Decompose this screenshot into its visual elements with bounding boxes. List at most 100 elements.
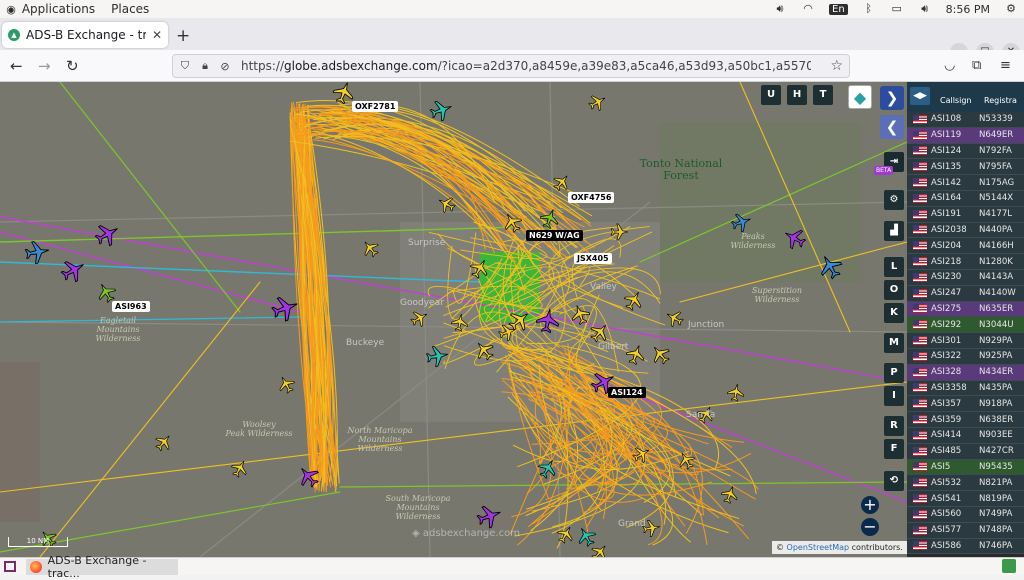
bluetooth-icon[interactable]: ᛒ: [862, 3, 876, 15]
map-attribution: © OpenStreetMap contributors.: [772, 541, 907, 554]
i-button[interactable]: I: [884, 386, 904, 406]
shield-icon[interactable]: ⛉: [177, 59, 193, 73]
new-tab-button[interactable]: +: [176, 26, 190, 46]
table-row[interactable]: ASI328 N434ER: [907, 364, 1024, 381]
wifi-icon[interactable]: ◠: [801, 3, 815, 15]
table-row[interactable]: ASI124 N792FA: [907, 143, 1024, 160]
table-row[interactable]: ASI414 N903EE: [907, 427, 1024, 444]
extensions-icon[interactable]: ⧉: [972, 58, 981, 73]
keyboard-layout-indicator[interactable]: En: [829, 3, 848, 15]
table-row[interactable]: ASI2038 N440PA: [907, 222, 1024, 239]
k-button[interactable]: K: [884, 303, 904, 323]
table-row[interactable]: ASI359 N638ER: [907, 412, 1024, 428]
flight-map[interactable]: Tonto National Forest Peaks Wilderness S…: [0, 82, 907, 557]
table-row[interactable]: ASI164 N5144X: [907, 190, 1024, 207]
table-row[interactable]: ASI577 N748PA: [907, 522, 1024, 539]
column-header-registration[interactable]: Registra: [984, 96, 1017, 105]
settings-button[interactable]: ⚙: [884, 190, 904, 210]
sound-icon[interactable]: 🔊︎: [918, 3, 932, 15]
pocket-icon[interactable]: ◡: [944, 58, 955, 73]
toggle-panel-button[interactable]: ◀▶: [910, 87, 930, 105]
settings-gear-icon[interactable]: ⚙: [1004, 3, 1018, 15]
table-row[interactable]: ASI204 N4166H: [907, 238, 1024, 255]
table-row[interactable]: ASI247 N4140W: [907, 285, 1024, 302]
table-row[interactable]: ASI230 N4143A: [907, 269, 1024, 286]
stats-button[interactable]: ▟: [884, 221, 904, 241]
url-text[interactable]: https://globe.adsbexchange.com/?icao=a2d…: [241, 59, 811, 73]
p-button[interactable]: P: [884, 363, 904, 383]
table-row[interactable]: ASI108 N53339: [907, 112, 1024, 128]
table-row[interactable]: ASI119 N649ER: [907, 127, 1024, 144]
bookmark-star-icon[interactable]: ☆: [830, 58, 843, 74]
adsb-favicon-icon: ▲: [8, 29, 20, 41]
h-button[interactable]: H: [787, 85, 807, 105]
battery-icon[interactable]: ▭: [890, 3, 904, 15]
table-row[interactable]: ASI485 N427CR: [907, 443, 1024, 460]
table-row[interactable]: ASI218 N1280K: [907, 254, 1024, 270]
collapse-left-button[interactable]: ❮: [880, 115, 904, 139]
applications-menu[interactable]: ◉ Applications: [4, 2, 95, 16]
aircraft-tag-jsx405[interactable]: JSX405: [574, 253, 612, 264]
o-button[interactable]: O: [884, 280, 904, 300]
volume-icon[interactable]: 🔊︎: [773, 3, 787, 15]
callsign-cell: ASI485: [931, 446, 962, 457]
aircraft-tag-asi963[interactable]: ASI963: [112, 301, 150, 312]
places-menu[interactable]: Places: [111, 2, 149, 16]
r-button[interactable]: R: [884, 416, 904, 436]
lock-icon[interactable]: 🔒︎: [197, 59, 213, 73]
table-row[interactable]: ASI135 N795FA: [907, 159, 1024, 176]
aircraft-tag-n629[interactable]: N629 W/AG: [526, 230, 583, 241]
table-row[interactable]: ASI191 N4177L: [907, 206, 1024, 223]
zoom-out-button[interactable]: −: [861, 518, 879, 536]
taskbar-firefox-window[interactable]: ADS-B Exchange - trac...: [26, 554, 178, 580]
l-button[interactable]: L: [884, 257, 904, 277]
menu-hamburger-icon[interactable]: ≡: [1000, 58, 1011, 73]
table-row[interactable]: ASI3358 N435PA: [907, 380, 1024, 397]
layers-button[interactable]: ◆: [848, 85, 872, 109]
north-maricopa-wilderness-label: North Maricopa Mountains Wilderness: [347, 426, 413, 453]
registration-cell: N4177L: [979, 209, 1013, 220]
u-button[interactable]: U: [761, 85, 781, 105]
callsign-cell: ASI204: [931, 240, 962, 251]
expand-right-button[interactable]: ❯: [880, 86, 904, 110]
column-header-callsign[interactable]: Callsign: [940, 96, 971, 105]
reload-icon[interactable]: ↻: [66, 57, 79, 75]
aircraft-tag-asi124[interactable]: ASI124: [608, 387, 646, 398]
active-tab[interactable]: ▲ ADS-B Exchange - track a ✕: [2, 22, 168, 48]
table-row[interactable]: ASI322 N925PA: [907, 348, 1024, 365]
t-button[interactable]: T: [813, 85, 833, 105]
forward-arrow-icon[interactable]: →: [38, 57, 51, 75]
table-row[interactable]: ASI292 N3044U: [907, 317, 1024, 334]
clock[interactable]: 8:56 PM: [946, 3, 990, 16]
table-row[interactable]: ASI275 N635ER: [907, 301, 1024, 318]
eagletail-wilderness-label: Eagletail Mountains Wilderness: [95, 316, 141, 343]
table-row[interactable]: ASI357 N918PA: [907, 396, 1024, 413]
table-row[interactable]: ASI5 N95435: [907, 459, 1024, 476]
aircraft-tag-oxf4756[interactable]: OXF4756: [568, 192, 615, 203]
workspace-switcher-icon[interactable]: [1002, 559, 1016, 573]
permissions-icon[interactable]: ⊘: [217, 60, 233, 73]
table-row[interactable]: ASI142 N175AG: [907, 175, 1024, 191]
show-desktop-icon[interactable]: [4, 561, 16, 572]
back-arrow-icon[interactable]: ←: [10, 57, 23, 75]
address-bar[interactable]: ⛉ 🔒︎ ⊘ https://globe.adsbexchange.com/?i…: [172, 54, 850, 78]
table-row[interactable]: ASI541 N819PA: [907, 491, 1024, 507]
us-flag-icon: [913, 478, 927, 488]
table-header: ◀▶ Callsign Registra: [907, 82, 1024, 112]
osm-link[interactable]: OpenStreetMap: [787, 543, 850, 552]
browser-tab-bar: ▲ ADS-B Exchange - track a ✕ + ⌄ – □ ✕: [0, 18, 1024, 61]
aircraft-tag-oxf2781[interactable]: OXF2781: [352, 101, 399, 112]
table-row[interactable]: ASI586 N746PA: [907, 538, 1024, 555]
table-row[interactable]: ASI560 N749PA: [907, 506, 1024, 523]
registration-cell: N434ER: [979, 367, 1014, 378]
table-row[interactable]: ASI301 N929PA: [907, 333, 1024, 349]
m-button[interactable]: M: [884, 333, 904, 353]
url-host: globe.adsbexchange.com: [284, 59, 438, 73]
close-tab-icon[interactable]: ✕: [152, 28, 162, 42]
table-row[interactable]: ASI532 N821PA: [907, 475, 1024, 492]
us-flag-icon: [913, 193, 927, 203]
replay-button[interactable]: ⟲: [884, 471, 904, 491]
callsign-cell: ASI108: [931, 114, 962, 125]
f-button[interactable]: F: [884, 439, 904, 459]
zoom-in-button[interactable]: +: [861, 496, 879, 514]
